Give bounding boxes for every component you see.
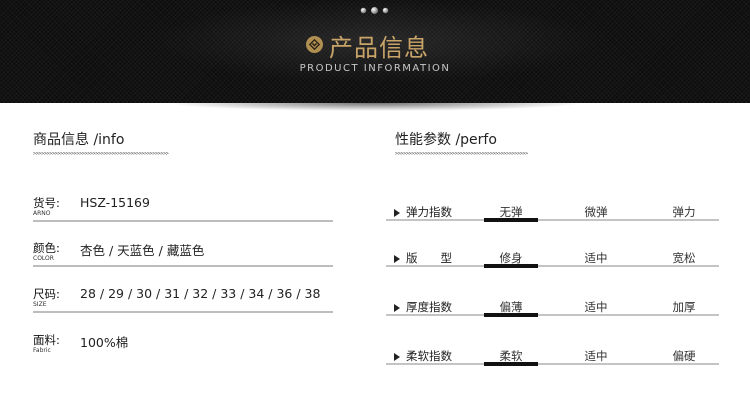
info-label-en: COLOR <box>33 255 54 262</box>
info-row-fabric: 面料: Fabric 100%棉 <box>33 332 333 372</box>
scale-track <box>386 314 719 316</box>
info-value: 杏色 / 天蓝色 / 藏蓝色 <box>80 243 205 258</box>
scale-track <box>386 219 719 221</box>
info-label: 尺码: <box>33 287 60 301</box>
perf-option: 弹力 <box>672 205 696 219</box>
perf-name: 厚度指数 <box>406 300 452 314</box>
scale-marker <box>484 264 538 268</box>
perf-option: 偏硬 <box>672 349 696 363</box>
info-section-divider: >>>>>>>>>>>>>>>>>>>>>>>>>>>>>>>>>>>>>>>>… <box>33 151 169 157</box>
info-label: 货号: <box>33 196 60 210</box>
page-subtitle: PRODUCT INFORMATION <box>299 63 451 74</box>
info-row-sku: 货号: ARNO HSZ-15169 <box>33 195 333 235</box>
triangle-right-icon <box>394 255 400 263</box>
info-section-heading: 商品信息 /info <box>33 132 125 148</box>
decorative-dots-icon <box>360 7 390 15</box>
scale-marker <box>484 313 538 317</box>
perf-row-softness: 柔软指数 柔软 适中 偏硬 <box>386 348 719 378</box>
perf-name: 弹力指数 <box>406 205 452 219</box>
triangle-right-icon <box>394 209 400 217</box>
scale-track <box>386 265 719 267</box>
banner-shadow <box>0 103 750 115</box>
perf-section-divider: >>>>>>>>>>>>>>>>>>>>>>>>>>>>>>>>>>>>>>>>… <box>395 151 528 157</box>
perf-row-elasticity: 弹力指数 无弹 微弹 弹力 <box>386 204 719 234</box>
page-title: 产品信息 <box>329 34 429 62</box>
perf-option: 适中 <box>584 300 608 314</box>
info-row-color: 颜色: COLOR 杏色 / 天蓝色 / 藏蓝色 <box>33 240 333 280</box>
perf-option: 加厚 <box>672 300 696 314</box>
header-banner: 产品信息 PRODUCT INFORMATION <box>0 0 750 103</box>
triangle-right-icon <box>394 353 400 361</box>
perf-option: 宽松 <box>672 251 696 265</box>
perf-row-thickness: 厚度指数 偏薄 适中 加厚 <box>386 299 719 329</box>
info-label-en: SIZE <box>33 301 47 308</box>
row-divider <box>33 311 333 313</box>
perf-option: 微弹 <box>584 205 608 219</box>
perf-name: 版 型 <box>406 251 452 265</box>
chevron-down-diamond-icon <box>306 36 323 53</box>
perf-name: 柔软指数 <box>406 349 452 363</box>
info-label-en: ARNO <box>33 210 51 217</box>
info-row-size: 尺码: SIZE 28 / 29 / 30 / 31 / 32 / 33 / 3… <box>33 286 333 326</box>
info-value: HSZ-15169 <box>80 195 150 210</box>
scale-marker <box>484 362 538 366</box>
triangle-right-icon <box>394 304 400 312</box>
info-label-en: Fabric <box>33 347 51 354</box>
scale-marker <box>484 218 538 222</box>
info-value: 28 / 29 / 30 / 31 / 32 / 33 / 34 / 36 / … <box>80 286 321 301</box>
info-label: 面料: <box>33 333 60 347</box>
perf-section-heading: 性能参数 /perfo <box>395 132 497 148</box>
scale-track <box>386 363 719 365</box>
info-label: 颜色: <box>33 241 60 255</box>
perf-option: 适中 <box>584 349 608 363</box>
info-value: 100%棉 <box>80 335 129 350</box>
row-divider <box>33 265 333 267</box>
perf-option: 适中 <box>584 251 608 265</box>
perf-row-fit: 版 型 修身 适中 宽松 <box>386 250 719 280</box>
row-divider <box>33 220 333 222</box>
